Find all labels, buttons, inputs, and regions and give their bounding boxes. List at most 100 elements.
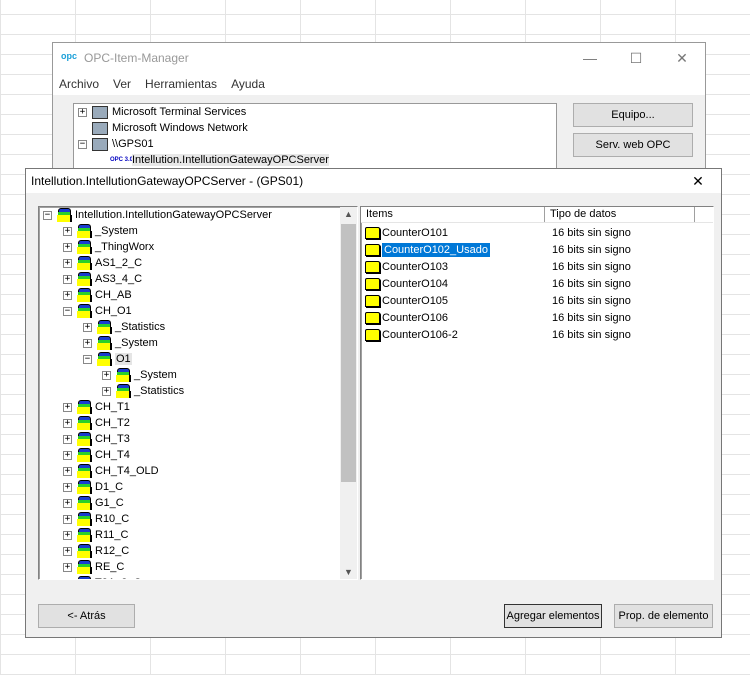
item-row[interactable]: CounterO103 16 bits sin signo <box>361 258 713 275</box>
network-tree-node[interactable]: OPC 3.0 Intellution.IntellutionGatewayOPC… <box>74 152 556 168</box>
tree-node[interactable]: + CH_T2 <box>63 415 130 431</box>
dialog-close-button[interactable]: ✕ <box>675 169 721 193</box>
expand-toggle-icon[interactable]: − <box>63 306 72 316</box>
server-browse-dialog: Intellution.IntellutionGatewayOPCServer … <box>25 168 722 638</box>
minimize-button[interactable]: — <box>567 43 613 73</box>
tree-node[interactable]: + CH_T4_OLD <box>63 463 159 479</box>
menu-ver[interactable]: Ver <box>113 77 131 91</box>
expand-toggle-icon[interactable]: + <box>63 482 72 492</box>
item-row[interactable]: CounterO106 16 bits sin signo <box>361 309 713 326</box>
expand-toggle-icon[interactable]: + <box>83 322 92 332</box>
expand-toggle-icon[interactable]: − <box>43 210 52 220</box>
network-tree-node[interactable]: + Microsoft Terminal Services <box>74 104 556 120</box>
item-row[interactable]: CounterO101 16 bits sin signo <box>361 224 713 241</box>
tree-node[interactable]: + D1_C <box>63 479 123 495</box>
expand-toggle-icon[interactable]: + <box>63 434 72 444</box>
tree-node[interactable]: + R12_C <box>63 543 129 559</box>
network-tree-node[interactable]: Microsoft Windows Network <box>74 120 556 136</box>
node-label: CH_T4 <box>95 449 130 461</box>
expand-toggle-icon[interactable]: + <box>63 530 72 540</box>
address-space-tree[interactable]: ▲ ▼ − Intellution.IntellutionGatewayOPCSe… <box>38 206 358 580</box>
node-label: _ThingWorx <box>95 241 155 253</box>
tree-node[interactable]: + CH_T3 <box>63 431 130 447</box>
database-branch-icon <box>77 528 92 542</box>
expand-toggle-icon[interactable]: + <box>83 338 92 348</box>
tree-node[interactable]: + CH_T4 <box>63 447 130 463</box>
tree-node[interactable]: + AS3_4_C <box>63 271 142 287</box>
tree-node[interactable]: + _Statistics <box>83 319 165 335</box>
expand-toggle-icon[interactable]: + <box>63 546 72 556</box>
menu-archivo[interactable]: Archivo <box>59 77 99 91</box>
node-label: O1 <box>115 353 132 365</box>
expand-toggle-icon[interactable]: + <box>102 370 111 380</box>
expand-toggle-icon[interactable]: + <box>63 450 72 460</box>
tree-node[interactable]: + _Statistics <box>102 383 184 399</box>
expand-toggle-icon[interactable]: + <box>63 258 72 268</box>
expand-toggle-icon[interactable]: + <box>63 466 72 476</box>
item-name: CounterO106-2 <box>382 328 458 341</box>
expand-toggle-icon[interactable]: + <box>63 290 72 300</box>
expand-toggle-icon[interactable]: + <box>63 226 72 236</box>
scroll-down-icon[interactable]: ▼ <box>340 567 357 577</box>
tree-node[interactable]: + R11_C <box>63 527 128 543</box>
database-branch-icon <box>77 272 92 286</box>
expand-toggle-icon[interactable]: − <box>83 354 92 364</box>
item-row[interactable]: CounterO105 16 bits sin signo <box>361 292 713 309</box>
web-opc-server-button[interactable]: Serv. web OPC <box>573 133 693 157</box>
menu-herramientas[interactable]: Herramientas <box>145 77 217 91</box>
expand-toggle-icon[interactable]: + <box>63 274 72 284</box>
menu-bar: Archivo Ver Herramientas Ayuda <box>53 73 705 95</box>
item-properties-button[interactable]: Prop. de elemento <box>614 604 713 628</box>
dialog-title-bar: Intellution.IntellutionGatewayOPCServer … <box>26 169 721 193</box>
column-items[interactable]: Items <box>361 207 545 222</box>
close-button[interactable]: ✕ <box>659 43 705 73</box>
expand-toggle-icon[interactable]: − <box>78 139 87 149</box>
database-branch-icon <box>77 512 92 526</box>
maximize-button[interactable]: ☐ <box>613 43 659 73</box>
equipo-button[interactable]: Equipo... <box>573 103 693 127</box>
tree-node[interactable]: + AS1_2_C <box>63 255 142 271</box>
tree-node[interactable]: + _ThingWorx <box>63 239 154 255</box>
expand-toggle-icon[interactable]: + <box>102 386 111 396</box>
database-branch-icon <box>97 336 112 350</box>
network-tree-node[interactable]: − \\GPS01 <box>74 136 556 152</box>
database-branch-icon <box>77 432 92 446</box>
tree-node[interactable]: + G1_C <box>63 495 124 511</box>
expand-toggle-icon[interactable]: + <box>63 242 72 252</box>
expand-toggle-icon[interactable]: + <box>63 498 72 508</box>
tag-icon <box>365 277 380 290</box>
tree-node[interactable]: − Intellution.IntellutionGatewayOPCServer <box>43 207 272 223</box>
expand-toggle-icon[interactable]: + <box>63 418 72 428</box>
expand-toggle-icon[interactable]: + <box>63 514 72 524</box>
tree-node[interactable]: + T3A_3_C <box>63 575 141 579</box>
scroll-thumb[interactable] <box>341 224 356 482</box>
tree-scrollbar[interactable]: ▲ ▼ <box>340 207 357 579</box>
tree-node[interactable]: + _System <box>63 223 138 239</box>
item-row[interactable]: CounterO106-2 16 bits sin signo <box>361 326 713 343</box>
scroll-up-icon[interactable]: ▲ <box>340 209 357 219</box>
item-row[interactable]: CounterO104 16 bits sin signo <box>361 275 713 292</box>
column-data-type[interactable]: Tipo de datos <box>545 207 695 222</box>
tree-node[interactable]: − O1 <box>83 351 132 367</box>
back-button[interactable]: <- Atrás <box>38 604 135 628</box>
item-data-type: 16 bits sin signo <box>552 226 631 239</box>
tree-node[interactable]: + RE_C <box>63 559 124 575</box>
tree-node[interactable]: − CH_O1 <box>63 303 132 319</box>
tree-node[interactable]: + CH_T1 <box>63 399 130 415</box>
node-label: CH_T3 <box>95 433 130 445</box>
item-name: CounterO103 <box>382 260 449 273</box>
item-row[interactable]: CounterO102_Usado 16 bits sin signo <box>361 241 713 258</box>
menu-ayuda[interactable]: Ayuda <box>231 77 265 91</box>
expand-toggle-icon[interactable]: + <box>63 402 72 412</box>
add-items-button[interactable]: Agregar elementos <box>504 604 602 628</box>
item-name: CounterO102_Usado <box>382 242 490 257</box>
expand-toggle-icon[interactable]: + <box>63 562 72 572</box>
expand-toggle-icon[interactable]: + <box>78 107 87 117</box>
expand-toggle-icon[interactable]: + <box>63 578 72 579</box>
tree-node[interactable]: + R10_C <box>63 511 129 527</box>
tree-node[interactable]: + _System <box>102 367 177 383</box>
tree-node[interactable]: + CH_AB <box>63 287 132 303</box>
node-label: _System <box>115 337 158 349</box>
tree-node[interactable]: + _System <box>83 335 158 351</box>
items-list[interactable]: Items Tipo de datos CounterO101 16 bits s… <box>360 206 714 580</box>
